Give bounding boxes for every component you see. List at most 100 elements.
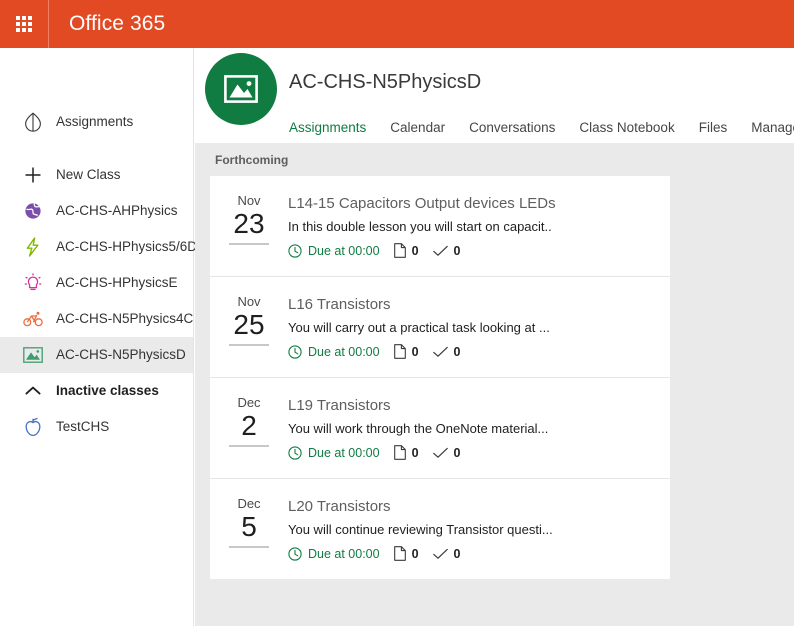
sidebar-item-new-class[interactable]: New Class xyxy=(0,157,193,193)
assignment-card[interactable]: Dec 2 L19 Transistors You will work through… xyxy=(210,378,670,479)
lightning-icon xyxy=(22,236,44,258)
suite-brand-label[interactable]: Office 365 xyxy=(49,12,165,36)
sidebar-item-ac-chs-n5physics4c[interactable]: AC-CHS-N5Physics4C xyxy=(0,301,193,337)
assignment-title[interactable]: L16 Transistors xyxy=(288,295,670,315)
assignment-date: Dec 5 xyxy=(210,495,288,548)
assignment-date-rule xyxy=(229,445,269,447)
assignment-due: Due at 00:00 xyxy=(288,345,380,359)
clock-icon xyxy=(288,546,302,561)
document-icon xyxy=(393,546,406,561)
assignment-documents-count: 0 xyxy=(393,445,419,460)
bicycle-icon xyxy=(22,308,44,330)
assignment-date-rule xyxy=(229,344,269,346)
sidebar-item-label: Inactive classes xyxy=(56,383,159,399)
assignment-due: Due at 00:00 xyxy=(288,547,380,561)
plus-icon xyxy=(22,164,44,186)
sidebar-item-label: AC-CHS-N5PhysicsD xyxy=(56,347,186,363)
tab-class-notebook[interactable]: Class Notebook xyxy=(579,120,674,144)
assignment-documents-value: 0 xyxy=(411,344,419,359)
assignment-date-month: Dec xyxy=(237,496,261,511)
assignment-card[interactable]: Nov 23 L14-15 Capacitors Output devices LE… xyxy=(210,176,670,277)
sidebar-item-label: Assignments xyxy=(56,114,134,130)
assignment-date: Dec 2 xyxy=(210,394,288,447)
clock-icon xyxy=(288,243,302,258)
assignment-turnedin-count: 0 xyxy=(432,546,461,561)
assignment-description: You will continue reviewing Transistor q… xyxy=(288,522,553,537)
assignment-description: You will work through the OneNote materi… xyxy=(288,421,549,436)
assignment-turnedin-count: 0 xyxy=(432,445,461,460)
sidebar-item-label: AC-CHS-AHPhysics xyxy=(56,203,178,219)
assignment-title[interactable]: L14-15 Capacitors Output devices LEDs xyxy=(288,194,670,214)
class-tab-strip: Assignments Calendar Conversations Class No… xyxy=(195,110,794,143)
sidebar-item-inactive-classes[interactable]: Inactive classes xyxy=(0,373,193,409)
sidebar-item-label: TestCHS xyxy=(56,419,110,435)
assignment-turnedin-value: 0 xyxy=(453,445,461,460)
assignment-documents-count: 0 xyxy=(393,243,419,258)
assignment-date-day: 5 xyxy=(241,511,257,542)
assignment-title[interactable]: L19 Transistors xyxy=(288,396,670,416)
document-icon xyxy=(393,445,406,460)
tab-assignments[interactable]: Assignments xyxy=(289,120,366,144)
sidebar-item-ac-chs-hphysics5-6d[interactable]: AC-CHS-HPhysics5/6D xyxy=(0,229,197,265)
assignment-meta: Due at 00:00 0 0 xyxy=(288,243,670,258)
assignment-turnedin-value: 0 xyxy=(453,546,461,561)
assignment-due-label: Due at 00:00 xyxy=(308,445,380,460)
sidebar-item-assignments[interactable]: Assignments xyxy=(0,104,193,140)
lightbulb-icon xyxy=(22,272,44,294)
sidebar-item-ac-chs-n5physicsd[interactable]: AC-CHS-N5PhysicsD xyxy=(0,337,193,373)
sidebar-item-testchs[interactable]: TestCHS xyxy=(0,409,193,445)
globe-icon xyxy=(22,200,44,222)
content-pane: AC-CHS-N5PhysicsD Assignments Calendar Con… xyxy=(195,48,794,626)
assignment-documents-count: 0 xyxy=(393,546,419,561)
assignment-date-day: 25 xyxy=(233,309,265,340)
assignment-date-rule xyxy=(229,546,269,548)
sidebar-item-label: AC-CHS-HPhysicsE xyxy=(56,275,178,291)
checkmark-icon xyxy=(432,447,448,459)
sidebar-item-ac-chs-ahphysics[interactable]: AC-CHS-AHPhysics xyxy=(0,193,193,229)
assignment-documents-value: 0 xyxy=(411,243,419,258)
apple-icon xyxy=(22,416,44,438)
assignment-description: In this double lesson you will start on … xyxy=(288,219,552,234)
app-launcher-button[interactable] xyxy=(0,0,48,48)
tab-calendar[interactable]: Calendar xyxy=(390,120,445,144)
assignment-description: You will carry out a practical task look… xyxy=(288,320,550,335)
checkmark-icon xyxy=(432,346,448,358)
chevron-up-icon xyxy=(22,380,44,402)
assignment-turnedin-count: 0 xyxy=(432,345,461,359)
assignment-date-rule xyxy=(229,243,269,245)
assignment-date-month: Nov xyxy=(237,193,261,208)
picture-icon xyxy=(224,75,258,103)
assignment-body: L14-15 Capacitors Output devices LEDs In … xyxy=(288,192,670,258)
assignment-documents-value: 0 xyxy=(411,445,419,460)
leaf-icon xyxy=(22,111,44,133)
picture-icon xyxy=(22,344,44,366)
sidebar-item-label: New Class xyxy=(56,167,121,183)
assignment-date-day: 2 xyxy=(241,410,257,441)
tab-manage[interactable]: Manage xyxy=(751,120,794,144)
sidebar-item-ac-chs-hphysicse[interactable]: AC-CHS-HPhysicsE xyxy=(0,265,193,301)
checkmark-icon xyxy=(432,245,448,257)
assignment-meta: Due at 00:00 0 0 xyxy=(288,344,670,359)
app-launcher-waffle-icon xyxy=(16,16,32,32)
tab-conversations[interactable]: Conversations xyxy=(469,120,555,144)
assignment-date: Nov 25 xyxy=(210,293,288,346)
section-label-forthcoming: Forthcoming xyxy=(215,153,289,167)
assignment-documents-count: 0 xyxy=(393,344,419,359)
sidebar-item-label: AC-CHS-N5Physics4C xyxy=(56,311,194,327)
assignment-date: Nov 23 xyxy=(210,192,288,245)
assignment-due: Due at 00:00 xyxy=(288,244,380,258)
assignment-due: Due at 00:00 xyxy=(288,446,380,460)
assignment-card[interactable]: Dec 5 L20 Transistors You will continue rev… xyxy=(210,479,670,579)
assignment-turnedin-value: 0 xyxy=(453,243,461,258)
assignment-title[interactable]: L20 Transistors xyxy=(288,497,670,517)
assignment-documents-value: 0 xyxy=(411,546,419,561)
assignment-turnedin-count: 0 xyxy=(432,243,461,258)
class-avatar xyxy=(205,53,277,125)
document-icon xyxy=(393,344,406,359)
assignment-list: Nov 23 L14-15 Capacitors Output devices LE… xyxy=(210,176,670,579)
assignment-body: L16 Transistors You will carry out a prac… xyxy=(288,293,670,359)
tab-files[interactable]: Files xyxy=(699,120,728,144)
page-title: AC-CHS-N5PhysicsD xyxy=(289,71,482,93)
assignment-card[interactable]: Nov 25 L16 Transistors You will carry out a… xyxy=(210,277,670,378)
assignment-meta: Due at 00:00 0 0 xyxy=(288,445,670,460)
